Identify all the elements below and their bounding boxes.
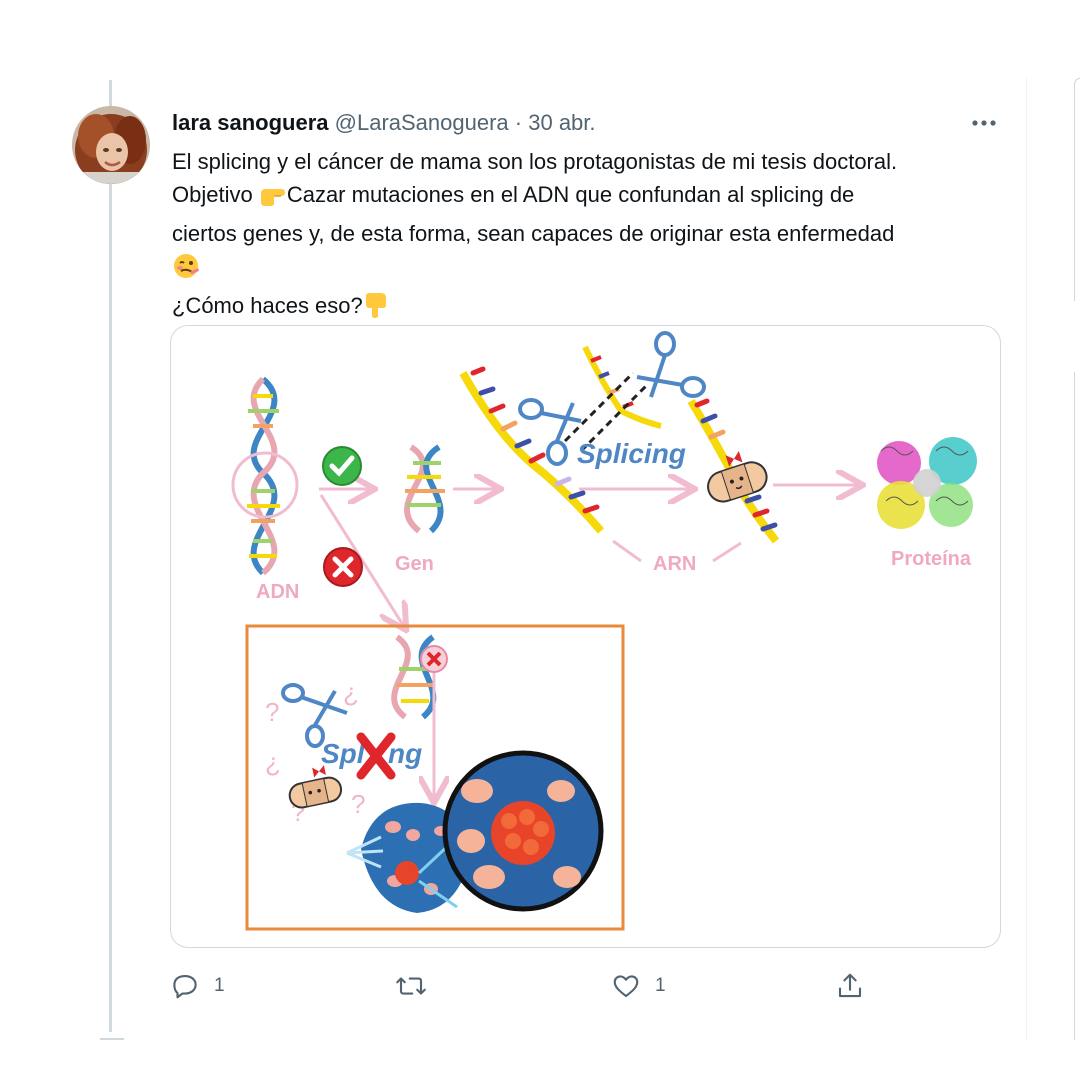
tweet-text: El splicing y el cáncer de mama son los … [172,145,1012,328]
tweet-line-1: El splicing y el cáncer de mama son los … [172,149,898,174]
share-button[interactable] [835,968,865,1004]
label-adn: ADN [256,581,299,603]
tweet-actions: 1 1 [0,968,1080,1004]
label-proteina: Proteína [891,548,972,570]
share-icon [838,973,862,998]
avatar-photo [72,106,150,184]
thread-line [109,80,112,1032]
scissors-icon [636,331,706,398]
like-button[interactable]: 1 [611,968,666,1004]
label-splicing-broken-start: Spl [321,738,366,769]
label-splicing-broken-end: ng [388,738,422,769]
svg-text:¿: ¿ [265,747,281,777]
author-name[interactable]: lara sanoguera [172,110,329,135]
tweet-line-3: ciertos genes y, de esta forma, sean cap… [172,221,895,246]
dna-helix [231,376,299,576]
tweet-header: lara sanoguera @LaraSanoguera · 30 abr. [172,110,596,136]
reply-count: 1 [214,975,225,996]
retweet-icon [396,977,426,995]
cross-icon [356,732,396,780]
more-options-button[interactable] [968,110,1002,136]
breast-cancer-illustration [346,750,604,913]
bandage-icon [288,765,343,809]
more-icon [972,120,996,126]
tweet-line-2-end: Cazar mutaciones en el ADN que confundan… [286,182,855,207]
mutated-gene [391,634,448,720]
sidebar-edge [1074,78,1080,301]
label-splicing: Splicing [577,438,686,469]
tweet-line-2-start: Objetivo [172,182,259,207]
avatar[interactable] [72,106,150,184]
tweet-media-image[interactable]: ADN Gen Splicing ARN Proteína ? ¿ ¿ ? ? … [170,325,1001,948]
tweet-question: ¿Cómo haces eso? [172,293,363,318]
svg-text:?: ? [351,789,365,819]
column-border [1026,78,1027,1040]
svg-text:¿: ¿ [343,677,359,707]
protein-structure [877,437,977,529]
separator: · [514,110,523,135]
rna-fragment [582,345,662,429]
thread-cap [100,1038,124,1040]
scissors-icon [281,683,348,748]
sidebar-edge-lower [1074,372,1080,1040]
gene-helix [404,444,445,534]
pointing-down-emoji [363,291,389,328]
label-arn: ARN [653,553,696,575]
svg-text:?: ? [265,697,279,727]
scissors-icon [518,398,582,466]
label-gen: Gen [395,553,434,575]
splicing-diagram: ADN Gen Splicing ARN Proteína ? ¿ ¿ ? ? … [231,331,977,931]
reply-button[interactable]: 1 [170,968,225,1004]
tweet-line-5: ¿Cómo haces eso? [172,289,1012,328]
woozy-face-emoji [172,252,200,289]
heart-icon [613,975,639,998]
check-icon [322,446,362,486]
tweet-line-4 [172,250,1012,289]
pointing-right-emoji [259,184,287,217]
like-count: 1 [655,975,666,996]
retweet-button[interactable] [394,968,442,1004]
reply-icon [173,974,197,999]
tweet-line-2: Objetivo Cazar mutaciones en el ADN que … [172,178,1012,217]
tweet-date[interactable]: 30 abr. [528,110,595,135]
author-handle[interactable]: @LaraSanoguera [335,110,509,135]
error-icon [323,547,363,587]
